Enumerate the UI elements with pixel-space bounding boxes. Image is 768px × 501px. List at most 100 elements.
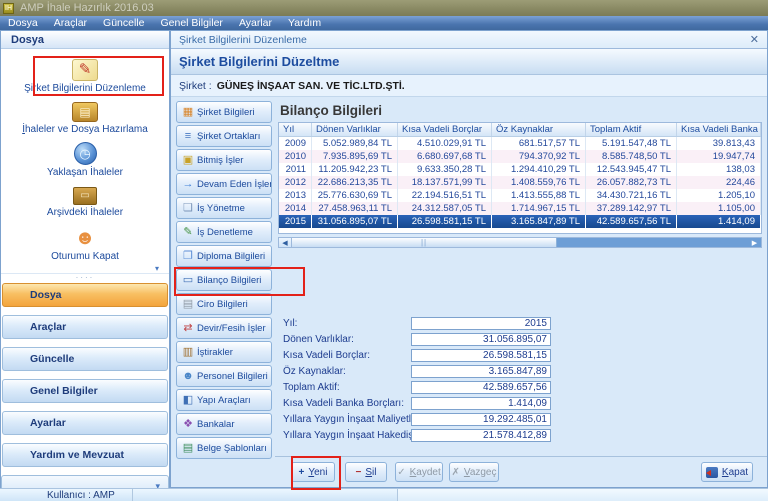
col-yil[interactable]: Yıl (279, 123, 312, 136)
field-input[interactable] (411, 349, 551, 362)
cell-kisa-vadeli-banka-borclari: 39.813,43 (677, 137, 761, 150)
table-row[interactable]: 2015 31.056.895,07 TL 26.598.581,15 TL 3… (279, 215, 761, 228)
menu-item[interactable]: Araçlar (46, 16, 95, 30)
table-row[interactable]: 2012 22.686.213,35 TL 18.137.571,99 TL 1… (279, 176, 761, 189)
scroll-left-arrow-icon[interactable]: ◀ (279, 238, 292, 247)
nav-button[interactable]: Bitmiş İşler (176, 149, 272, 171)
menu-item[interactable]: Dosya (0, 16, 46, 30)
cell-oz-kaynaklar: 681.517,57 TL (492, 137, 586, 150)
cell-toplam-aktif: 34.430.721,16 TL (586, 189, 677, 202)
sil-button[interactable]: − Sil (345, 462, 387, 482)
sidebar-item[interactable]: İhaleler ve Dosya Hazırlama (5, 97, 165, 139)
table-row[interactable]: 2013 25.776.630,69 TL 22.194.516,51 TL 1… (279, 189, 761, 202)
kaydet-button[interactable]: ✓ Kaydet (395, 462, 443, 482)
tab-sirket-bilgilerini-duzenleme[interactable]: Şirket Bilgilerini Düzenleme (179, 34, 307, 46)
app-window: IH AMP İhale Hazırlık 2016.03 Dosya Araç… (0, 0, 768, 501)
main-panel: Şirket Bilgilerini Düzenleme ✕ Şirket Bi… (170, 30, 768, 488)
nav-button[interactable]: Bankalar (176, 413, 272, 435)
table-row[interactable]: 2014 27.458.963,11 TL 24.312.587,05 TL 1… (279, 202, 761, 215)
table-row[interactable]: 2010 7.935.895,69 TL 6.680.697,68 TL 794… (279, 150, 761, 163)
nav-button-label: Bankalar (197, 419, 235, 430)
menu-item[interactable]: Ayarlar (231, 16, 280, 30)
scroll-right-arrow-icon[interactable]: ▶ (748, 238, 761, 247)
page-title: Bilanço Bilgileri (280, 103, 762, 118)
nav-button[interactable]: İştirakler (176, 341, 272, 363)
scrollbar-thumb[interactable]: || (292, 238, 557, 247)
nav-button[interactable]: Belge Şablonları (176, 437, 272, 459)
sidebar-items: Şirket Bilgilerini Düzenleme İhaleler ve… (1, 49, 169, 265)
field-input[interactable] (411, 381, 551, 394)
form-row: Yıllara Yaygın İnşaat Maliyetleri: (278, 411, 762, 427)
nav-button[interactable]: Devam Eden İşler (176, 173, 272, 195)
app-icon: IH (3, 3, 14, 14)
nav-button-label: Bitmiş İşler (197, 155, 243, 166)
nav-button-icon (182, 370, 194, 382)
sidebar-item[interactable]: Arşivdeki İhaleler (5, 181, 165, 223)
nav-button[interactable]: Bilanço Bilgileri (176, 269, 272, 291)
nav-button-label: Personel Bilgileri (197, 371, 268, 382)
kapat-button[interactable]: Kapat (701, 462, 753, 482)
sidebar-item-icon (72, 102, 98, 122)
field-input[interactable] (411, 333, 551, 346)
nav-button[interactable]: Diploma Bilgileri (176, 245, 272, 267)
cell-oz-kaynaklar: 1.413.555,88 TL (492, 189, 586, 202)
vazgec-button[interactable]: ✗ Vazgeç (449, 462, 499, 482)
sidebar-item[interactable]: Oturumu Kapat (5, 223, 165, 265)
accordion-bar[interactable]: Dosya (2, 283, 168, 307)
table-body: 2009 5.052.989,84 TL 4.510.029,91 TL 681… (279, 137, 761, 228)
col-kisa-vadeli-borclar[interactable]: Kısa Vadeli Borçlar (398, 123, 492, 136)
exit-door-icon (706, 467, 718, 478)
accordion-bar[interactable]: Güncelle (2, 347, 168, 371)
nav-button-icon (182, 322, 194, 334)
statusbar-user: Kullanıcı : AMP (0, 489, 133, 501)
field-input[interactable] (411, 317, 551, 330)
check-icon: ✓ (397, 467, 405, 478)
col-toplam-aktif[interactable]: Toplam Aktif (586, 123, 677, 136)
nav-button-label: İş Denetleme (197, 227, 253, 238)
col-kisa-vadeli-banka-borclari[interactable]: Kısa Vadeli Banka Borçları (677, 123, 761, 136)
table-row[interactable]: 2009 5.052.989,84 TL 4.510.029,91 TL 681… (279, 137, 761, 150)
sidebar-item-icon (72, 59, 98, 81)
panel-body: Şirket Bilgileri Şirket Ortakları Bitmiş… (171, 97, 767, 487)
sidebar-accordion: Dosya Araçlar Güncelle Genel Bilgiler Ay… (1, 281, 169, 475)
vazgec-button-label: Vazgeç (464, 467, 497, 478)
cell-donen-varliklar: 11.205.942,23 TL (312, 163, 398, 176)
accordion-bar[interactable]: Araçlar (2, 315, 168, 339)
form-row: Kısa Vadeli Borçlar: (278, 347, 762, 363)
statusbar: Kullanıcı : AMP (0, 488, 768, 501)
nav-button[interactable]: İş Denetleme (176, 221, 272, 243)
accordion-bar[interactable]: Yardım ve Mevzuat (2, 443, 168, 467)
sidebar-item[interactable]: Yaklaşan İhaleler (5, 139, 165, 181)
accordion-bar[interactable]: Ayarlar (2, 411, 168, 435)
field-input[interactable] (411, 429, 551, 442)
nav-button[interactable]: Ciro Bilgileri (176, 293, 272, 315)
field-input[interactable] (411, 365, 551, 378)
col-donen-varliklar[interactable]: Dönen Varlıklar (312, 123, 398, 136)
table-header: Yıl Dönen Varlıklar Kısa Vadeli Borçlar … (279, 123, 761, 137)
sidebar-item-label: Yaklaşan İhaleler (47, 167, 123, 178)
yeni-button[interactable]: + Yeni (291, 462, 335, 482)
cell-kisa-vadeli-borclar: 6.680.697,68 TL (398, 150, 492, 163)
nav-button[interactable]: Şirket Ortakları (176, 125, 272, 147)
sidebar-item[interactable]: Şirket Bilgilerini Düzenleme (5, 55, 165, 97)
nav-button-label: Belge Şablonları (197, 443, 267, 454)
splitter-handle[interactable]: ···· (1, 273, 169, 281)
menu-item[interactable]: Güncelle (95, 16, 152, 30)
nav-button[interactable]: Yapı Araçları (176, 389, 272, 411)
accordion-bar[interactable]: Genel Bilgiler (2, 379, 168, 403)
table-row[interactable]: 2011 11.205.942,23 TL 9.633.350,28 TL 1.… (279, 163, 761, 176)
balance-table: Yıl Dönen Varlıklar Kısa Vadeli Borçlar … (278, 122, 762, 234)
col-oz-kaynaklar[interactable]: Öz Kaynaklar (492, 123, 586, 136)
field-input[interactable] (411, 397, 551, 410)
minus-icon: − (356, 467, 362, 478)
field-label: Yıllara Yaygın İnşaat Maliyetleri: (283, 414, 411, 425)
nav-button[interactable]: Devir/Fesih İşler (176, 317, 272, 339)
menu-item[interactable]: Yardım (280, 16, 329, 30)
chevron-down-icon[interactable]: ▾ (1, 265, 169, 273)
nav-button[interactable]: İş Yönetme (176, 197, 272, 219)
menu-item[interactable]: Genel Bilgiler (152, 16, 230, 30)
nav-button[interactable]: Personel Bilgileri (176, 365, 272, 387)
close-icon[interactable]: ✕ (750, 33, 759, 46)
field-input[interactable] (411, 413, 551, 426)
nav-button[interactable]: Şirket Bilgileri (176, 101, 272, 123)
